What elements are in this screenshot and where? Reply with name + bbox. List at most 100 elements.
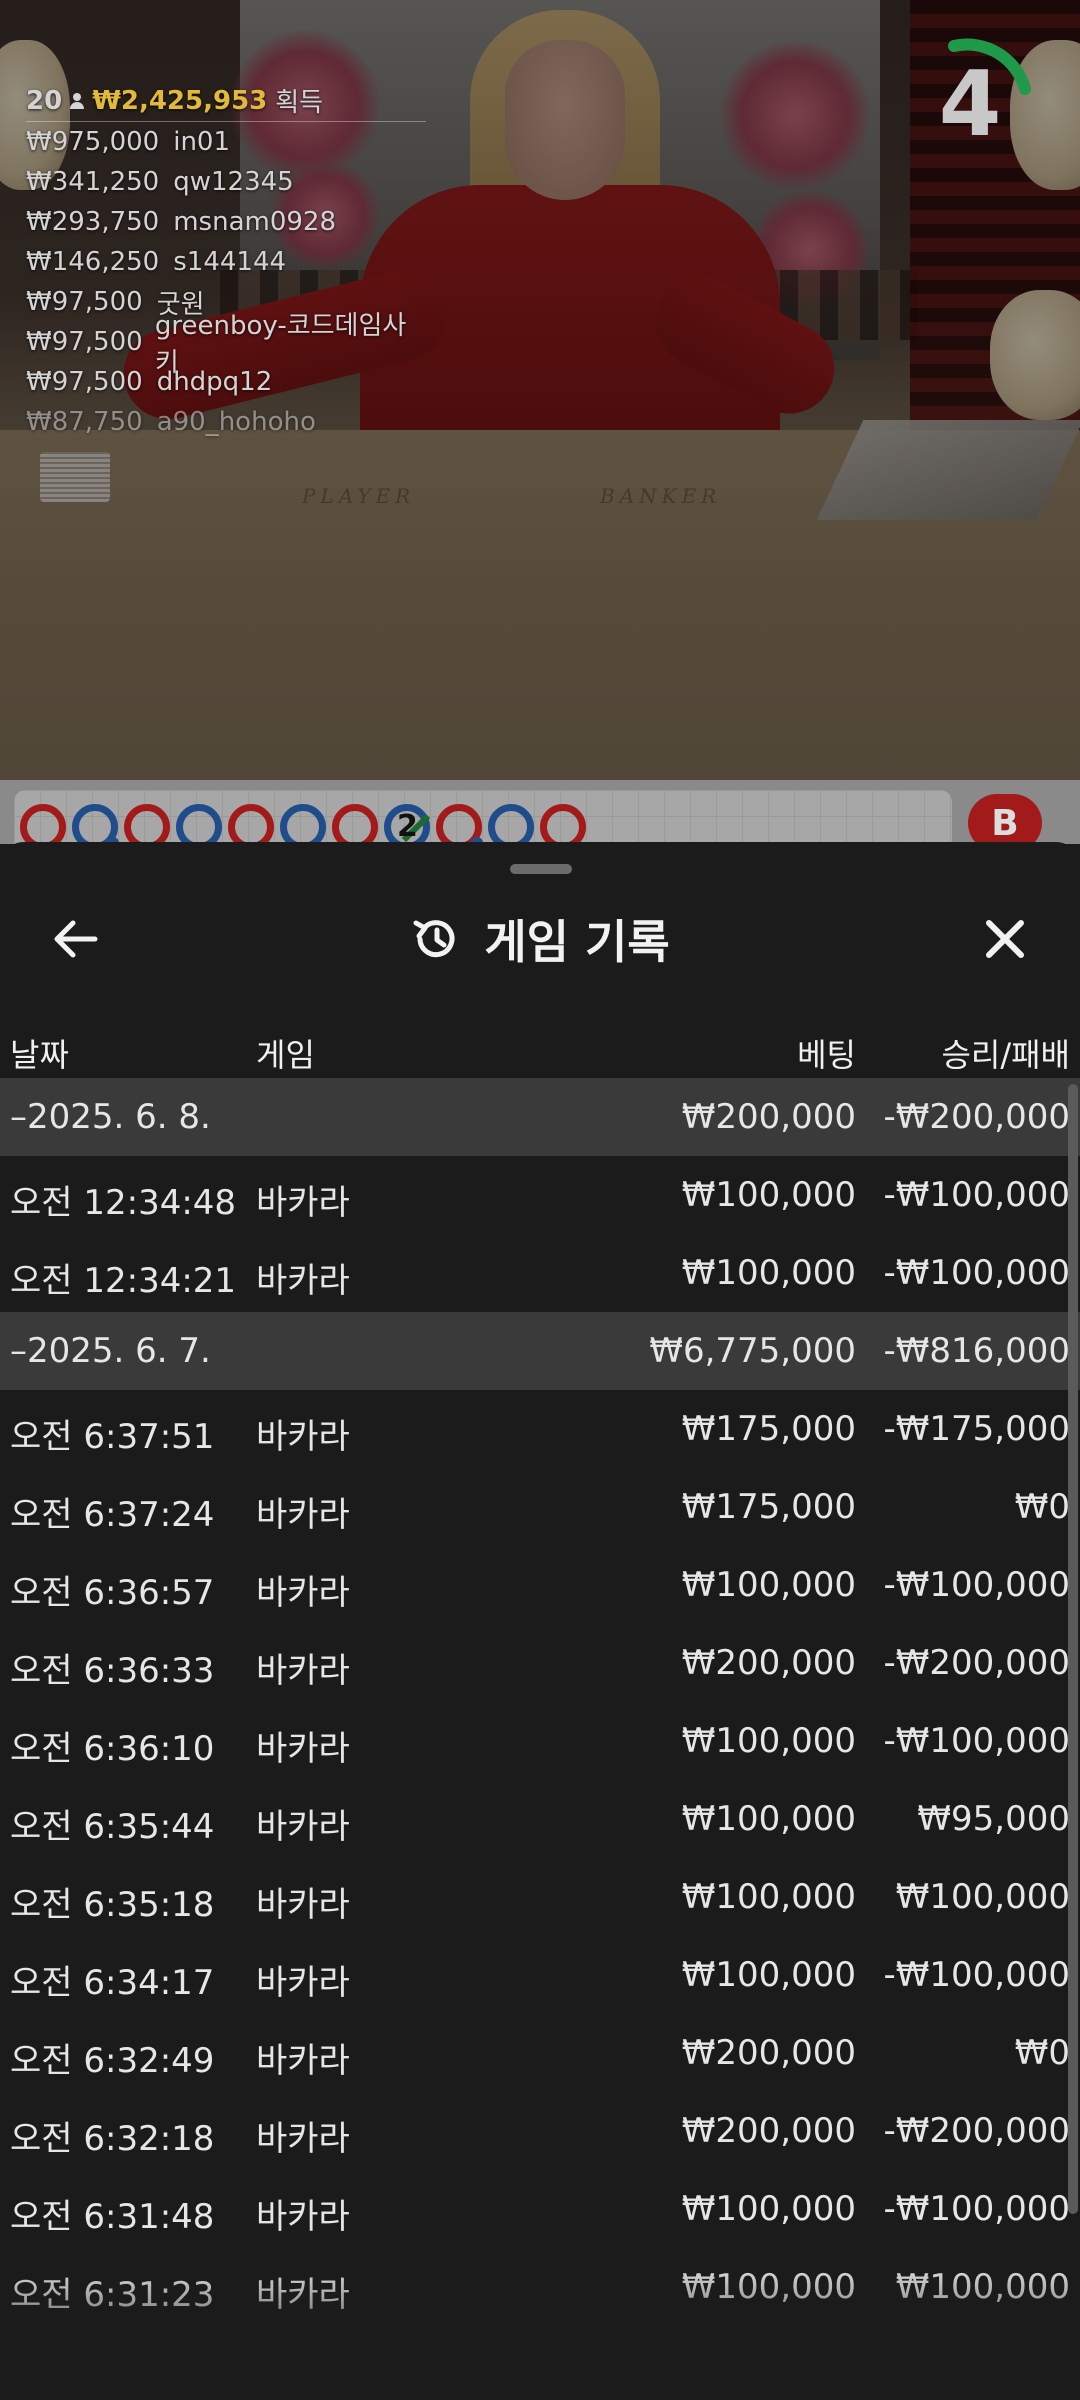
row-date: 오전 6:37:24 [10, 1495, 215, 1535]
winner-row: ₩87,750 a90_hohoho [26, 402, 426, 442]
row-date: 오전 6:34:17 [10, 1963, 215, 2003]
row-date: 오전 6:35:18 [10, 1885, 215, 1925]
row-result: -₩100,000 [883, 1721, 1071, 1761]
winner-count: 20 [26, 85, 63, 116]
row-game: 바카라 [256, 1261, 350, 1301]
history-row[interactable]: 오전 12:34:48 바카라 ₩100,000 -₩100,000 [0, 1156, 1080, 1234]
history-clock-icon [413, 920, 455, 958]
row-result: -₩100,000 [883, 1175, 1071, 1215]
row-bet: ₩100,000 [681, 1253, 856, 1293]
tie-count: 2 [397, 809, 418, 844]
row-bet: ₩200,000 [681, 2033, 856, 2073]
winner-row: ₩146,250 s144144 [26, 242, 426, 282]
row-date: –2025. 6. 7. [10, 1331, 211, 1371]
row-result: -₩100,000 [883, 1253, 1071, 1293]
bead-road[interactable]: 2 [14, 790, 952, 850]
row-date: 오전 6:36:33 [10, 1651, 215, 1691]
history-row[interactable]: 오전 6:36:10 바카라 ₩100,000 -₩100,000 [0, 1702, 1080, 1780]
row-date: –2025. 6. 8. [10, 1097, 211, 1137]
history-row[interactable]: 오전 6:37:51 바카라 ₩175,000 -₩175,000 [0, 1390, 1080, 1468]
row-result: ₩100,000 [895, 1877, 1070, 1917]
history-row[interactable]: 오전 6:36:57 바카라 ₩100,000 -₩100,000 [0, 1546, 1080, 1624]
row-bet: ₩175,000 [681, 1487, 856, 1527]
winner-row: ₩293,750 msnam0928 [26, 202, 426, 242]
sheet-grabber[interactable] [510, 864, 572, 874]
row-game: 바카라 [256, 2275, 350, 2315]
history-row[interactable]: 오전 6:34:17 바카라 ₩100,000 -₩100,000 [0, 1936, 1080, 2014]
winner-username: in01 [173, 127, 231, 157]
winners-header: 20 ₩2,425,953 획득 [26, 84, 426, 122]
countdown-number: 4 [938, 51, 1002, 157]
row-result: -₩175,000 [883, 1409, 1071, 1449]
winner-amount: ₩97,500 [26, 327, 143, 357]
winners-list: 20 ₩2,425,953 획득 ₩975,000 in01 ₩341,250 qw1… [26, 84, 426, 442]
roadmap-strip: 2 B [0, 780, 1080, 852]
date-group-row[interactable]: –2025. 6. 7. ₩6,775,000 -₩816,000 [0, 1312, 1080, 1390]
row-game: 바카라 [256, 1417, 350, 1457]
arrow-left-icon [54, 920, 98, 958]
history-row[interactable]: 오전 6:37:24 바카라 ₩175,000 ₩0 [0, 1468, 1080, 1546]
row-result: -₩816,000 [883, 1331, 1071, 1371]
column-game: 게임 [256, 1036, 315, 1074]
row-result: ₩100,000 [895, 2267, 1070, 2307]
history-row[interactable]: 오전 6:36:33 바카라 ₩200,000 -₩200,000 [0, 1624, 1080, 1702]
winners-total: ₩2,425,953 [92, 85, 268, 116]
history-row[interactable]: 오전 6:32:49 바카라 ₩200,000 ₩0 [0, 2014, 1080, 2092]
sheet-title: 게임 기록 [484, 915, 670, 969]
row-bet: ₩100,000 [681, 1955, 856, 1995]
table-header: 날짜 게임 베팅 승리/패배 [0, 1012, 1080, 1082]
close-button[interactable] [970, 904, 1040, 974]
close-icon [986, 920, 1024, 958]
row-date: 오전 6:31:48 [10, 2197, 215, 2237]
column-result: 승리/패배 [941, 1036, 1070, 1074]
row-bet: ₩200,000 [681, 1643, 856, 1683]
row-bet: ₩175,000 [681, 1409, 856, 1449]
winner-amount: ₩341,250 [26, 167, 160, 197]
history-row[interactable]: 오전 6:35:18 바카라 ₩100,000 ₩100,000 [0, 1858, 1080, 1936]
row-result: -₩100,000 [883, 1565, 1071, 1605]
row-result: ₩95,000 [917, 1799, 1070, 1839]
row-date: 오전 6:31:23 [10, 2275, 215, 2315]
winner-username: a90_hohoho [156, 407, 316, 437]
row-date: 오전 6:37:51 [10, 1417, 215, 1457]
winner-username: s144144 [173, 247, 287, 277]
row-result: -₩100,000 [883, 2189, 1071, 2229]
row-date: 오전 12:34:48 [10, 1183, 237, 1223]
scrollbar[interactable] [1068, 1084, 1078, 2214]
row-game: 바카라 [256, 1885, 350, 1925]
row-result: -₩200,000 [883, 1643, 1071, 1683]
history-row[interactable]: 오전 6:31:48 바카라 ₩100,000 -₩100,000 [0, 2170, 1080, 2248]
history-row[interactable]: 오전 6:35:44 바카라 ₩100,000 ₩95,000 [0, 1780, 1080, 1858]
row-game: 바카라 [256, 1651, 350, 1691]
sheet-header: 게임 기록 [0, 904, 1080, 974]
row-bet: ₩100,000 [681, 1721, 856, 1761]
winner-row: ₩975,000 in01 [26, 122, 426, 162]
game-history-sheet: 게임 기록 날짜 게임 베팅 승리/패배 –2025. 6. 8. ₩200,00… [0, 842, 1080, 2400]
row-bet: ₩100,000 [681, 1565, 856, 1605]
history-row[interactable]: 오전 12:34:21 바카라 ₩100,000 -₩100,000 [0, 1234, 1080, 1312]
row-game: 바카라 [256, 1495, 350, 1535]
row-date: 오전 12:34:21 [10, 1261, 237, 1301]
date-group-row[interactable]: –2025. 6. 8. ₩200,000 -₩200,000 [0, 1078, 1080, 1156]
winner-amount: ₩975,000 [26, 127, 160, 157]
row-date: 오전 6:36:10 [10, 1729, 215, 1769]
row-game: 바카라 [256, 1573, 350, 1613]
row-game: 바카라 [256, 1963, 350, 2003]
back-button[interactable] [40, 904, 110, 974]
row-bet: ₩100,000 [681, 1799, 856, 1839]
row-bet: ₩200,000 [681, 2111, 856, 2151]
history-row[interactable]: 오전 6:32:18 바카라 ₩200,000 -₩200,000 [0, 2092, 1080, 2170]
row-game: 바카라 [256, 2119, 350, 2159]
row-game: 바카라 [256, 1183, 350, 1223]
row-game: 바카라 [256, 2041, 350, 2081]
winner-row: ₩341,250 qw12345 [26, 162, 426, 202]
row-bet: ₩100,000 [681, 1175, 856, 1215]
row-result: -₩200,000 [883, 1097, 1071, 1137]
row-game: 바카라 [256, 1807, 350, 1847]
column-date: 날짜 [10, 1036, 69, 1074]
countdown-timer: 4 [900, 34, 1040, 174]
winner-amount: ₩97,500 [26, 287, 143, 317]
row-bet: ₩6,775,000 [649, 1331, 856, 1371]
history-row[interactable]: 오전 6:31:23 바카라 ₩100,000 ₩100,000 [0, 2248, 1080, 2326]
row-bet: ₩100,000 [681, 1877, 856, 1917]
